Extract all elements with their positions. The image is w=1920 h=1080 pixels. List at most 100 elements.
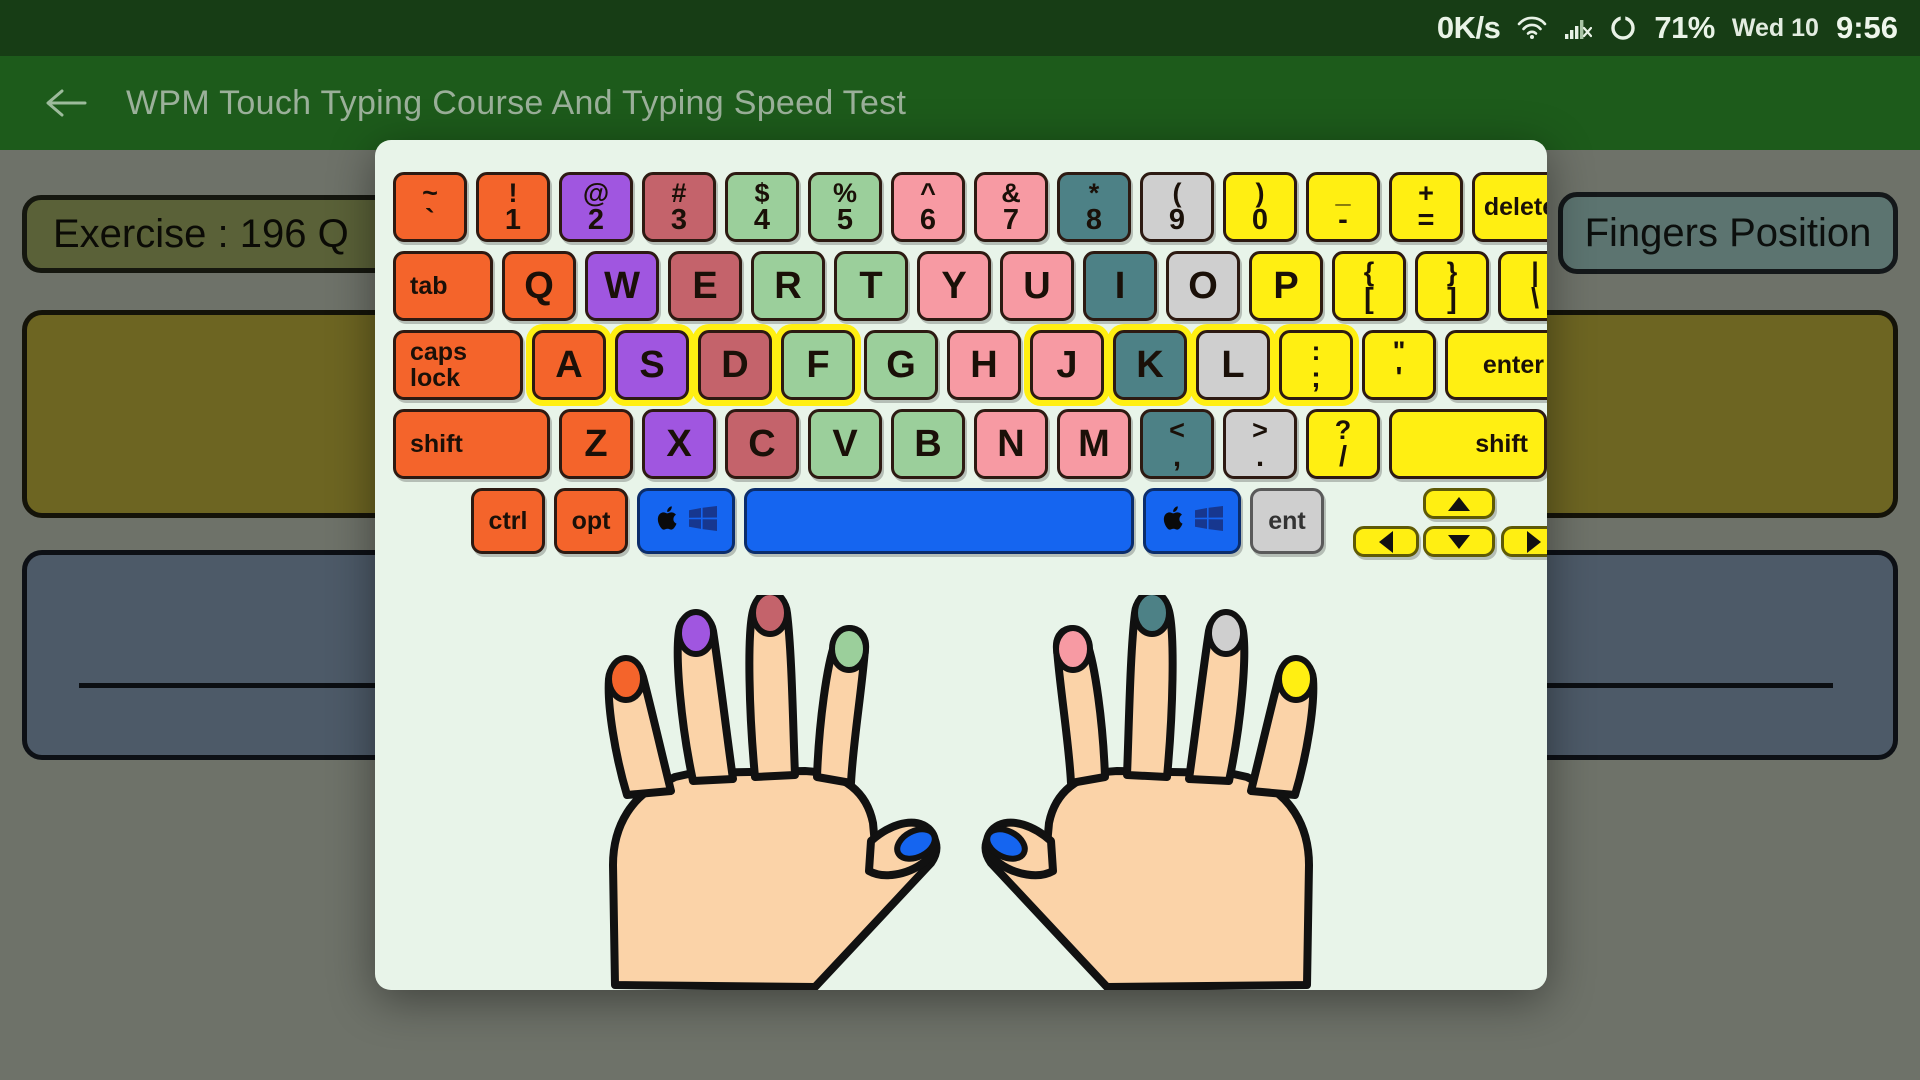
- key-label: 3: [670, 203, 688, 236]
- keyboard-diagram: ~`!1@2#3$4%5^6&7*8(9)0_-+=deletetabQWERT…: [393, 172, 1547, 569]
- key-V[interactable]: V: [808, 409, 882, 479]
- key-E[interactable]: E: [668, 251, 742, 321]
- key-O[interactable]: O: [1166, 251, 1240, 321]
- key-label: T: [859, 265, 883, 307]
- key-.[interactable]: >.: [1223, 409, 1297, 479]
- fingers-position-dialog: ~`!1@2#3$4%5^6&7*8(9)0_-+=deletetabQWERT…: [375, 140, 1547, 990]
- key-`[interactable]: ~ `: [393, 172, 467, 242]
- key-C[interactable]: C: [725, 409, 799, 479]
- key-label: [: [1364, 282, 1374, 315]
- key-5[interactable]: % 5: [808, 172, 882, 242]
- key-L[interactable]: L: [1196, 330, 1270, 400]
- key-delete[interactable]: delete: [1472, 172, 1547, 242]
- key-label: tab: [410, 272, 448, 300]
- key-7[interactable]: & 7: [974, 172, 1048, 242]
- arrow-down-icon[interactable]: [1423, 526, 1495, 557]
- key-X[interactable]: X: [642, 409, 716, 479]
- key-S[interactable]: S: [615, 330, 689, 400]
- key-4[interactable]: $4: [725, 172, 799, 242]
- key-label: A: [555, 344, 583, 386]
- key-U[interactable]: U: [1000, 251, 1074, 321]
- key-][interactable]: }]: [1415, 251, 1489, 321]
- key-shift-label: ": [1392, 335, 1406, 366]
- key-J[interactable]: J: [1030, 330, 1104, 400]
- key-command-left[interactable]: [637, 488, 735, 554]
- key-W[interactable]: W: [585, 251, 659, 321]
- key-2[interactable]: @2: [559, 172, 633, 242]
- arrow-key-cluster: [1351, 488, 1547, 560]
- key-3[interactable]: #3: [642, 172, 716, 242]
- key-Y[interactable]: Y: [917, 251, 991, 321]
- arrow-up-icon[interactable]: [1423, 488, 1495, 519]
- key-label: H: [970, 344, 998, 386]
- key-I[interactable]: I: [1083, 251, 1157, 321]
- key-shift-label: :: [1311, 335, 1321, 366]
- key-9[interactable]: (9: [1140, 172, 1214, 242]
- key-shift-label: $: [754, 177, 770, 208]
- key-0[interactable]: ) 0: [1223, 172, 1297, 242]
- key-opt[interactable]: opt: [554, 488, 628, 554]
- left-index-nail: [829, 625, 869, 673]
- key-label: E: [692, 265, 718, 307]
- key-[[interactable]: {[: [1332, 251, 1406, 321]
- key-label: ]: [1447, 282, 1457, 315]
- key-shift-label: %: [832, 177, 857, 208]
- key-command-right[interactable]: [1143, 488, 1241, 554]
- key-label: -: [1338, 203, 1348, 236]
- status-clock-label: 9:56: [1835, 10, 1898, 45]
- key-;[interactable]: :;: [1279, 330, 1353, 400]
- fingers-position-button[interactable]: Fingers Position: [1558, 192, 1898, 274]
- battery-circle-icon: [1609, 14, 1637, 42]
- key-shift[interactable]: shift: [393, 409, 550, 479]
- key-ctrl[interactable]: ctrl: [471, 488, 545, 554]
- back-arrow-icon[interactable]: [44, 86, 88, 120]
- arrow-right-icon[interactable]: [1501, 526, 1547, 557]
- key-shift-label: ~: [422, 177, 438, 208]
- key-H[interactable]: H: [947, 330, 1021, 400]
- key-8[interactable]: * 8: [1057, 172, 1131, 242]
- key-shift-label: *: [1088, 177, 1100, 208]
- right-middle-nail: [1132, 589, 1172, 637]
- signal-no-sim-icon: [1564, 16, 1593, 40]
- key-,[interactable]: <,: [1140, 409, 1214, 479]
- key-ent[interactable]: ent: [1250, 488, 1324, 554]
- key-'[interactable]: " ': [1362, 330, 1436, 400]
- key-6[interactable]: ^ 6: [891, 172, 965, 242]
- key-shift-label: _: [1335, 177, 1351, 208]
- key-T[interactable]: T: [834, 251, 908, 321]
- key-D[interactable]: D: [698, 330, 772, 400]
- key-shift[interactable]: shift: [1389, 409, 1547, 479]
- key-label: R: [774, 265, 802, 307]
- key-F[interactable]: F: [781, 330, 855, 400]
- key-enter[interactable]: enter: [1445, 330, 1547, 400]
- arrow-left-icon[interactable]: [1353, 526, 1419, 557]
- key-label: Z: [584, 423, 608, 465]
- key-label: caps lock: [410, 338, 467, 392]
- key-=[interactable]: + =: [1389, 172, 1463, 242]
- key-tab[interactable]: tab: [393, 251, 493, 321]
- home-row: caps lock A S D F G H J K L:; " ' enter: [393, 330, 1547, 400]
- key-shift-label: &: [1001, 177, 1021, 208]
- key-A[interactable]: A: [532, 330, 606, 400]
- key-K[interactable]: K: [1113, 330, 1187, 400]
- windows-logo-icon: [688, 506, 717, 536]
- key-Z[interactable]: Z: [559, 409, 633, 479]
- key--[interactable]: _ -: [1306, 172, 1380, 242]
- key-R[interactable]: R: [751, 251, 825, 321]
- key-G[interactable]: G: [864, 330, 938, 400]
- key-\[interactable]: | \: [1498, 251, 1547, 321]
- key-label: Q: [524, 265, 554, 307]
- key-label: M: [1078, 423, 1110, 465]
- key-label: .: [1255, 440, 1265, 473]
- key-Q[interactable]: Q: [502, 251, 576, 321]
- key-M[interactable]: M: [1057, 409, 1131, 479]
- key-/[interactable]: ? /: [1306, 409, 1380, 479]
- key-P[interactable]: P: [1249, 251, 1323, 321]
- key-N[interactable]: N: [974, 409, 1048, 479]
- key-label: ': [1395, 361, 1403, 394]
- key-B[interactable]: B: [891, 409, 965, 479]
- key-1[interactable]: ! 1: [476, 172, 550, 242]
- key-caps-lock[interactable]: caps lock: [393, 330, 523, 400]
- key-space[interactable]: [744, 488, 1134, 554]
- right-pinky-nail: [1276, 655, 1316, 703]
